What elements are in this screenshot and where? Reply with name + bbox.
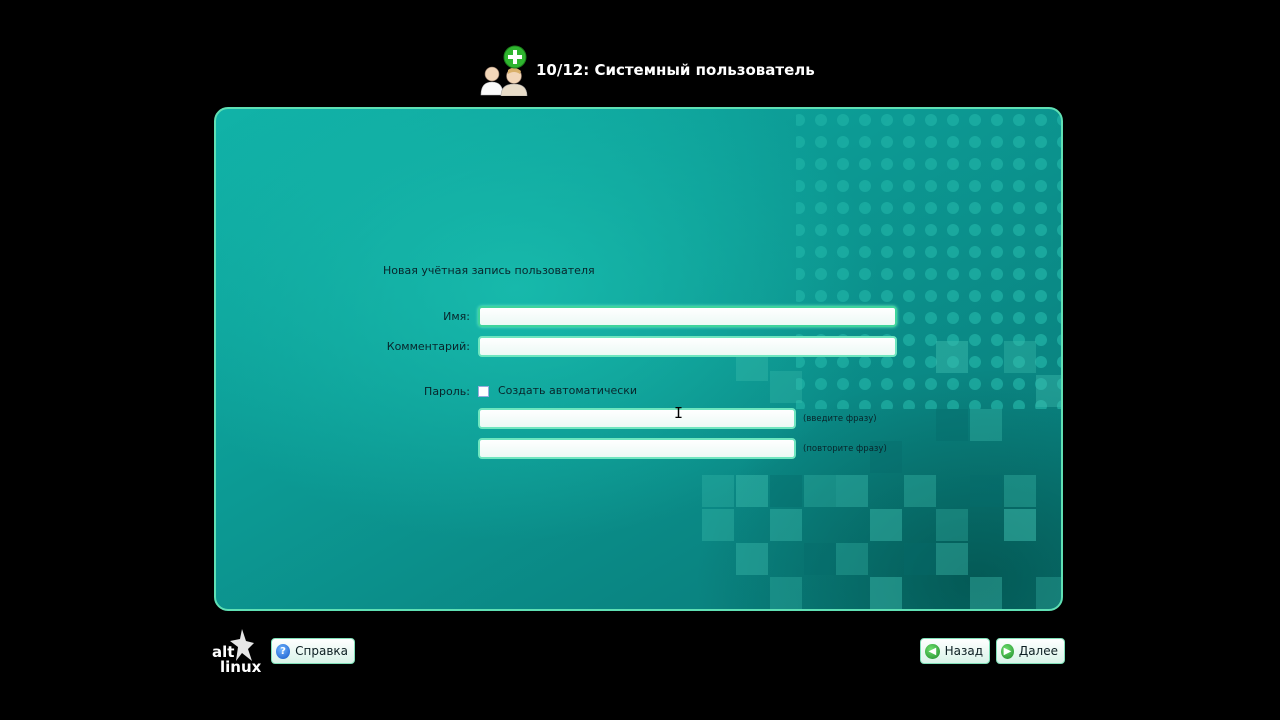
back-button-label: Назад — [944, 644, 983, 658]
alt-linux-logo: alt linux — [212, 627, 266, 676]
help-button[interactable]: ? Справка — [271, 638, 355, 664]
text-cursor-icon: I — [674, 404, 684, 422]
password-repeat-hint: (повторите фразу) — [803, 444, 887, 454]
help-icon: ? — [276, 643, 291, 659]
comment-input[interactable] — [478, 336, 897, 357]
main-panel: Новая учётная запись пользователя Имя: К… — [214, 107, 1063, 611]
password-repeat-input[interactable] — [478, 438, 796, 459]
auto-password-label[interactable]: Создать автоматически — [498, 384, 637, 397]
arrow-right-icon: ▶ — [1001, 643, 1014, 659]
arrow-left-icon: ◀ — [925, 643, 940, 659]
next-button-label: Далее — [1018, 644, 1058, 658]
user-form: Новая учётная запись пользователя Имя: К… — [216, 109, 1061, 609]
name-label: Имя: — [443, 310, 470, 323]
logo-text-bottom: linux — [220, 658, 262, 675]
password-input[interactable] — [478, 408, 796, 429]
back-button[interactable]: ◀ Назад — [920, 638, 990, 664]
password-label: Пароль: — [424, 385, 470, 398]
section-title: Новая учётная запись пользователя — [383, 264, 595, 277]
step-header: 10/12: Системный пользователь — [476, 44, 815, 97]
comment-label: Комментарий: — [386, 340, 470, 353]
add-users-icon — [476, 44, 532, 97]
auto-password-checkbox[interactable] — [478, 386, 489, 397]
help-button-label: Справка — [295, 644, 348, 658]
password-hint: (введите фразу) — [803, 414, 877, 424]
next-button[interactable]: ▶ Далее — [996, 638, 1065, 664]
name-input[interactable] — [478, 306, 897, 327]
page-title: 10/12: Системный пользователь — [536, 61, 815, 79]
